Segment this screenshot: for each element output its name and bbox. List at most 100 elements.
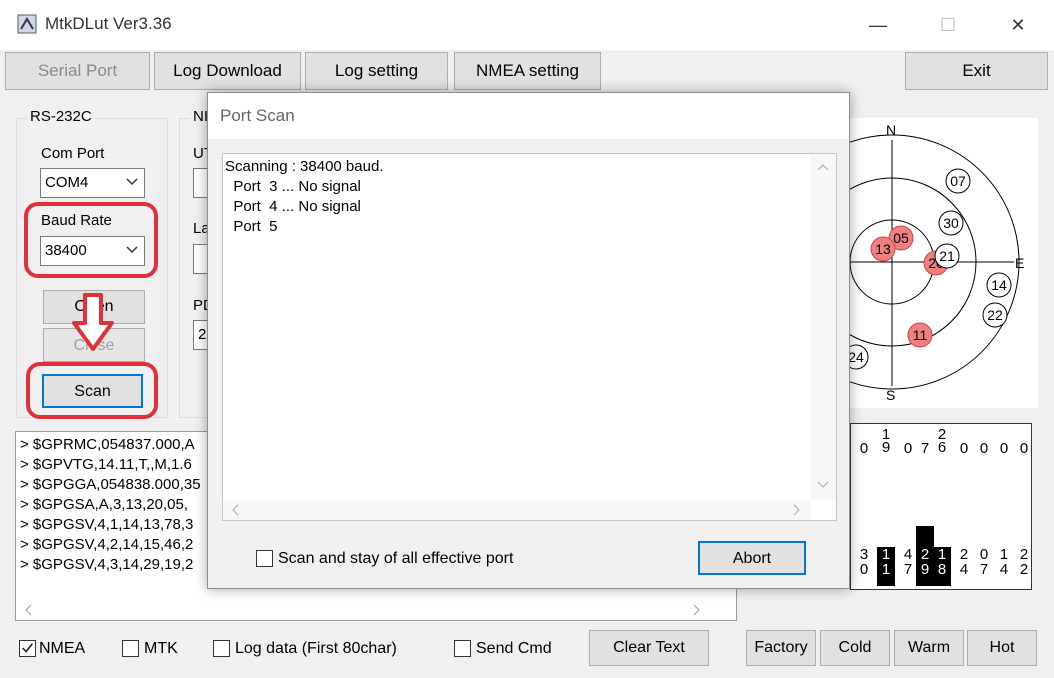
horizontal-scrollbar[interactable]: [16, 600, 736, 620]
east-label: E: [1015, 255, 1025, 271]
snr-sat-label: 1 8: [937, 546, 947, 578]
hot-button[interactable]: Hot: [967, 630, 1037, 666]
satellite-marker: 14: [986, 272, 1012, 298]
com-port-label: Com Port: [41, 145, 105, 162]
nmea-line: > $GPGSV,4,2,14,15,46,2: [20, 536, 194, 553]
scroll-up-icon[interactable]: [817, 162, 829, 172]
scroll-right-icon[interactable]: [691, 604, 701, 616]
factory-button[interactable]: Factory: [746, 630, 816, 666]
satellite-marker: 07: [945, 168, 971, 194]
mtk-checkbox-label: MTK: [144, 640, 178, 657]
snr-sat-label: 2 2: [1019, 546, 1029, 578]
send-cmd-checkbox[interactable]: [454, 640, 471, 657]
nmea-line: > $GPVTG,14.11,T,,M,1.6: [20, 456, 192, 473]
snr-top-value: 0: [959, 440, 969, 457]
satellite-marker: 13: [870, 236, 896, 262]
scan-stay-checkbox-label: Scan and stay of all effective port: [278, 550, 514, 567]
snr-top-value: 7: [920, 440, 930, 457]
com-port-value: COM4: [45, 174, 89, 191]
horizontal-scrollbar[interactable]: [223, 500, 811, 520]
mtk-checkbox[interactable]: [122, 640, 139, 657]
tab-log-setting[interactable]: Log setting: [305, 52, 448, 90]
checkmark-icon: [22, 643, 33, 653]
snr-top-value: 0: [903, 440, 913, 457]
scan-log-line: Scanning : 38400 baud.: [225, 158, 384, 175]
exit-button[interactable]: Exit: [905, 52, 1048, 90]
port-scan-dialog: Port Scan Scanning : 38400 baud. Port 3 …: [207, 92, 850, 589]
down-arrow-icon: [72, 293, 114, 351]
satellite-marker: 21: [934, 243, 960, 269]
dialog-title: Port Scan: [220, 106, 295, 125]
snr-top-value: 0: [979, 440, 989, 457]
satellite-id: 24: [850, 349, 864, 365]
send-cmd-checkbox-label: Send Cmd: [476, 640, 552, 657]
warm-button[interactable]: Warm: [894, 630, 964, 666]
clear-text-button[interactable]: Clear Text: [589, 630, 709, 666]
snr-sat-label: 1 1: [881, 546, 891, 578]
satellite-marker: 24: [843, 344, 869, 370]
close-window-button[interactable]: ✕: [998, 12, 1038, 38]
nmea-line: > $GPGSV,4,1,14,13,78,3: [20, 516, 194, 533]
title-bar: MtkDLut Ver3.36 — ☐ ✕: [0, 0, 1054, 50]
scan-log-line: Port 3 ... No signal: [225, 178, 361, 195]
snr-top-value: 2 6: [937, 426, 947, 456]
tab-nmea-setting[interactable]: NMEA setting: [454, 52, 601, 90]
scan-stay-checkbox[interactable]: [256, 550, 273, 567]
rs232-group-label: RS-232C: [27, 108, 95, 125]
snr-sat-label: 1 4: [999, 546, 1009, 578]
vertical-scrollbar[interactable]: [811, 154, 836, 500]
snr-top-value: 1 9: [881, 426, 891, 456]
satellite-marker: 22: [982, 302, 1008, 328]
scan-log-line: Port 5: [225, 218, 278, 235]
nmea-line: > $GPGSA,A,3,13,20,05,: [20, 496, 189, 513]
nmea-checkbox-label: NMEA: [39, 640, 86, 657]
snr-top-value: 0: [1019, 440, 1029, 457]
scroll-down-icon[interactable]: [817, 480, 829, 490]
tab-log-download[interactable]: Log Download: [154, 52, 301, 90]
satellite-id: 22: [987, 307, 1003, 323]
satellite-marker: 11: [907, 322, 933, 348]
scan-log-textbox[interactable]: Scanning : 38400 baud. Port 3 ... No sig…: [222, 153, 837, 521]
dialog-title-bar: Port Scan: [208, 93, 849, 139]
tab-serial-port[interactable]: Serial Port: [5, 52, 150, 90]
snr-sat-label: 0 7: [979, 546, 989, 578]
log-data-checkbox[interactable]: [213, 640, 230, 657]
scan-highlight: [26, 362, 158, 419]
nmea-checkbox[interactable]: [19, 640, 36, 657]
scroll-left-icon[interactable]: [24, 604, 34, 616]
nmea-line: > $GPGGA,054838.000,35: [20, 476, 201, 493]
baud-rate-highlight: [24, 202, 158, 278]
window-title: MtkDLut Ver3.36: [45, 14, 172, 33]
north-label: N: [886, 122, 897, 138]
snr-panel: 01 9072 600003 01 14 72 91 82 40 71 42 2: [850, 423, 1032, 590]
snr-top-value: 0: [999, 440, 1009, 457]
satellite-id: 05: [893, 230, 909, 246]
snr-sat-label: 2 9: [920, 546, 930, 578]
nmea-line: > $GPGSV,4,3,14,29,19,2: [20, 556, 194, 573]
scroll-right-icon[interactable]: [791, 504, 801, 516]
satellite-id: 13: [875, 241, 891, 257]
abort-button[interactable]: Abort: [698, 541, 806, 575]
log-data-checkbox-label: Log data (First 80char): [235, 640, 397, 657]
pd-value: 2: [198, 326, 207, 343]
chevron-down-icon: [126, 178, 138, 186]
snr-sat-label: 4 7: [903, 546, 913, 578]
maximize-button[interactable]: ☐: [928, 12, 968, 38]
app-icon: [17, 14, 37, 34]
south-label: S: [886, 387, 896, 403]
satellite-id: 07: [950, 173, 966, 189]
cold-button[interactable]: Cold: [820, 630, 890, 666]
scroll-left-icon[interactable]: [231, 504, 241, 516]
nmea-line: > $GPRMC,054837.000,A: [20, 436, 195, 453]
snr-top-value: 0: [859, 440, 869, 457]
sky-plot: 07 30 05 13 20 21 14 22 11 24 N S E: [764, 118, 1038, 408]
satellite-marker: 30: [938, 210, 964, 236]
com-port-select[interactable]: COM4: [40, 168, 145, 198]
sky-plot-canvas: 07300513202114221124: [764, 134, 1020, 390]
satellite-id: 21: [939, 248, 955, 264]
satellite-id: 11: [913, 327, 928, 343]
satellite-id: 14: [991, 277, 1007, 293]
snr-sat-label: 2 4: [959, 546, 969, 578]
minimize-button[interactable]: —: [858, 12, 898, 38]
scan-log-line: Port 4 ... No signal: [225, 198, 361, 215]
